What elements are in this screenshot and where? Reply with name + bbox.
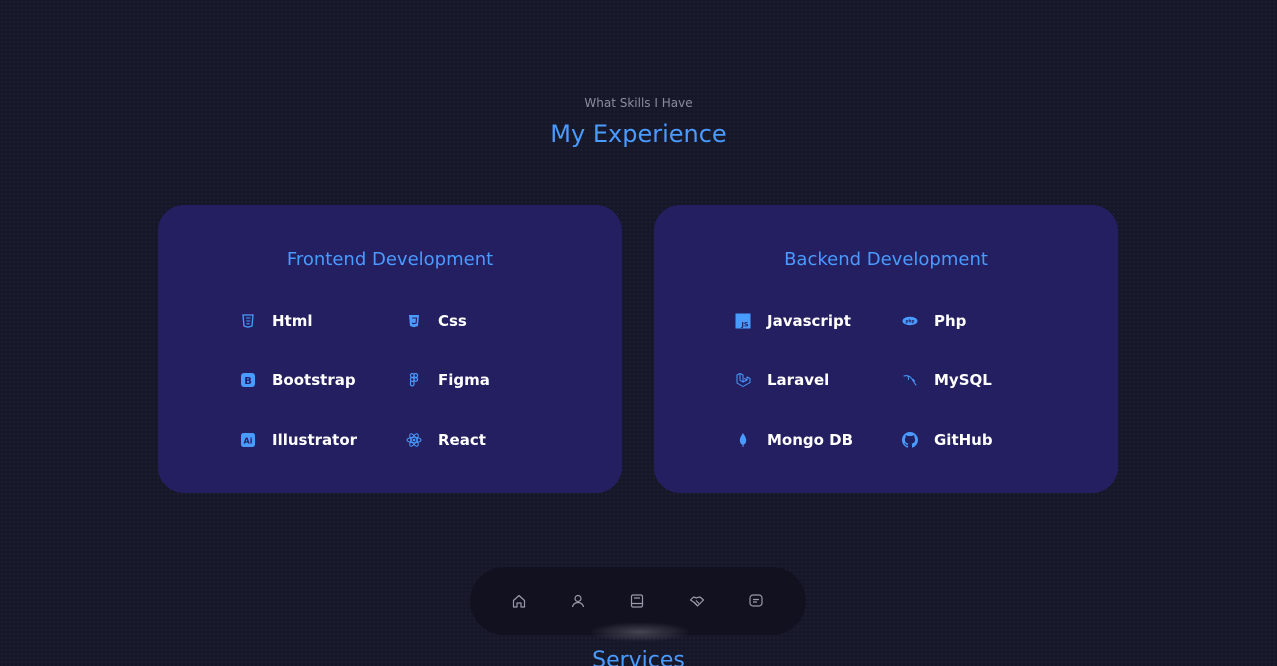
message-icon bbox=[749, 594, 763, 607]
frontend-card: Frontend Development Html Css B Bootstra… bbox=[158, 205, 622, 493]
skill-label: Illustrator bbox=[272, 431, 358, 449]
backend-card: Backend Development JS Javascript php Ph… bbox=[654, 205, 1118, 493]
skill-html: Html bbox=[240, 312, 313, 330]
svg-text:JS: JS bbox=[740, 321, 748, 329]
skill-bootstrap: B Bootstrap bbox=[240, 371, 356, 389]
php-icon: php bbox=[902, 313, 918, 329]
skill-label: Javascript bbox=[767, 312, 851, 330]
handshake-icon bbox=[689, 596, 705, 607]
mysql-icon bbox=[902, 372, 918, 388]
skill-label: Laravel bbox=[767, 371, 830, 389]
user-icon bbox=[571, 594, 585, 608]
css3-icon bbox=[406, 313, 422, 329]
skill-illustrator: Ai Illustrator bbox=[240, 431, 357, 449]
skill-label: MySQL bbox=[934, 371, 992, 389]
skill-mysql: MySQL bbox=[902, 371, 992, 389]
skill-label: Php bbox=[934, 312, 967, 330]
svg-text:B: B bbox=[244, 376, 252, 387]
subtitle: What Skills I Have bbox=[584, 96, 693, 110]
svg-text:php: php bbox=[906, 319, 915, 324]
skill-css: Css bbox=[406, 312, 467, 330]
skill-label: Css bbox=[438, 312, 467, 330]
skill-javascript: JS Javascript bbox=[735, 312, 851, 330]
skill-mongodb: Mongo DB bbox=[735, 431, 853, 449]
nav-active-glow bbox=[588, 622, 692, 642]
frontend-card-title: Frontend Development bbox=[286, 249, 494, 270]
laravel-icon bbox=[735, 372, 751, 388]
home-icon bbox=[512, 594, 526, 608]
figma-icon bbox=[406, 372, 422, 388]
skill-php: php Php bbox=[902, 312, 966, 330]
mongodb-icon bbox=[735, 432, 751, 448]
svg-text:Ai: Ai bbox=[244, 437, 253, 446]
skill-label: GitHub bbox=[934, 431, 993, 449]
bootstrap-icon: B bbox=[240, 372, 256, 388]
skill-label: Html bbox=[272, 312, 313, 330]
skill-label: React bbox=[438, 431, 486, 449]
skill-label: Figma bbox=[438, 371, 490, 389]
nav-contact-button[interactable] bbox=[746, 591, 766, 611]
skill-laravel: Laravel bbox=[735, 371, 829, 389]
skill-label: Mongo DB bbox=[767, 431, 854, 449]
nav-services-button[interactable] bbox=[687, 591, 707, 611]
illustrator-icon: Ai bbox=[240, 432, 256, 448]
nav-experience-button[interactable] bbox=[627, 591, 647, 611]
skill-figma: Figma bbox=[406, 371, 490, 389]
backend-card-title: Backend Development bbox=[784, 249, 988, 270]
html5-icon bbox=[240, 313, 256, 329]
skill-label: Bootstrap bbox=[272, 371, 356, 389]
services-heading: Services bbox=[592, 648, 685, 666]
nav-about-button[interactable] bbox=[568, 591, 588, 611]
skill-github: GitHub bbox=[902, 431, 993, 449]
github-icon bbox=[902, 432, 918, 448]
book-icon bbox=[630, 594, 644, 608]
skill-react: React bbox=[406, 431, 486, 449]
page-title: My Experience bbox=[550, 120, 727, 148]
javascript-icon: JS bbox=[735, 313, 751, 329]
nav-home-button[interactable] bbox=[509, 591, 529, 611]
react-icon bbox=[406, 432, 422, 448]
